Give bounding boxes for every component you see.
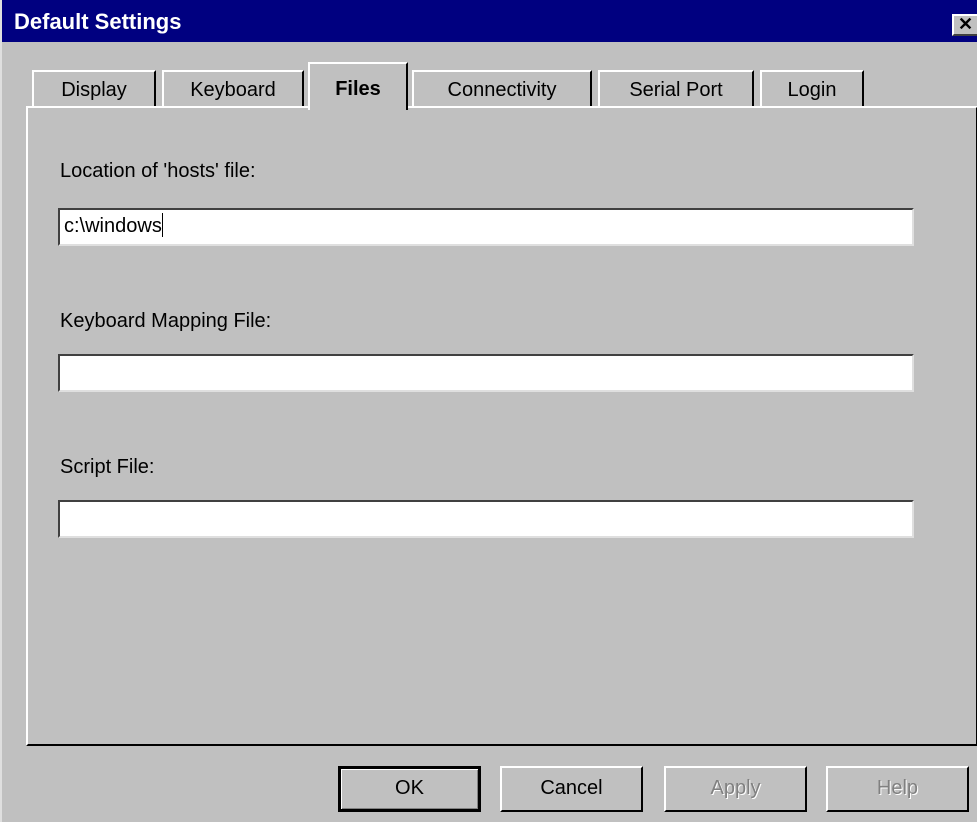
hosts-file-value: c:\windows [64, 215, 162, 237]
ok-label: OK [395, 777, 424, 799]
tab-serial-port[interactable]: Serial Port [598, 70, 754, 108]
tab-label: Files [335, 78, 381, 100]
script-file-label: Script File: [60, 456, 155, 478]
apply-label: Apply [710, 777, 761, 799]
dialog-window: Default Settings ✕ Display Keyboard File… [0, 0, 977, 822]
tab-connectivity[interactable]: Connectivity [412, 70, 592, 108]
tab-label: Keyboard [190, 79, 276, 101]
tab-label: Display [61, 79, 127, 101]
window-title: Default Settings [14, 9, 182, 34]
files-panel [26, 106, 977, 746]
cancel-label: Cancel [540, 777, 603, 799]
tab-label: Connectivity [447, 79, 557, 101]
tab-label: Serial Port [629, 79, 723, 101]
ok-button[interactable]: OK [338, 766, 481, 812]
tab-display[interactable]: Display [32, 70, 156, 108]
hosts-file-input[interactable]: c:\windows [58, 208, 914, 246]
keyboard-mapping-input[interactable] [58, 354, 914, 392]
text-caret [161, 213, 163, 237]
tab-login[interactable]: Login [760, 70, 864, 108]
tab-files[interactable]: Files [308, 62, 408, 110]
close-button[interactable]: ✕ [952, 14, 977, 36]
help-label: Help [876, 777, 919, 799]
cancel-button[interactable]: Cancel [500, 766, 643, 812]
apply-button[interactable]: Apply [664, 766, 807, 812]
help-button[interactable]: Help [826, 766, 969, 812]
hosts-file-label: Location of 'hosts' file: [60, 160, 256, 182]
tab-keyboard[interactable]: Keyboard [162, 70, 304, 108]
close-icon: ✕ [957, 14, 974, 34]
tab-label: Login [787, 79, 837, 101]
script-file-input[interactable] [58, 500, 914, 538]
title-bar[interactable]: Default Settings ✕ [2, 0, 977, 42]
keyboard-mapping-label: Keyboard Mapping File: [60, 310, 272, 332]
